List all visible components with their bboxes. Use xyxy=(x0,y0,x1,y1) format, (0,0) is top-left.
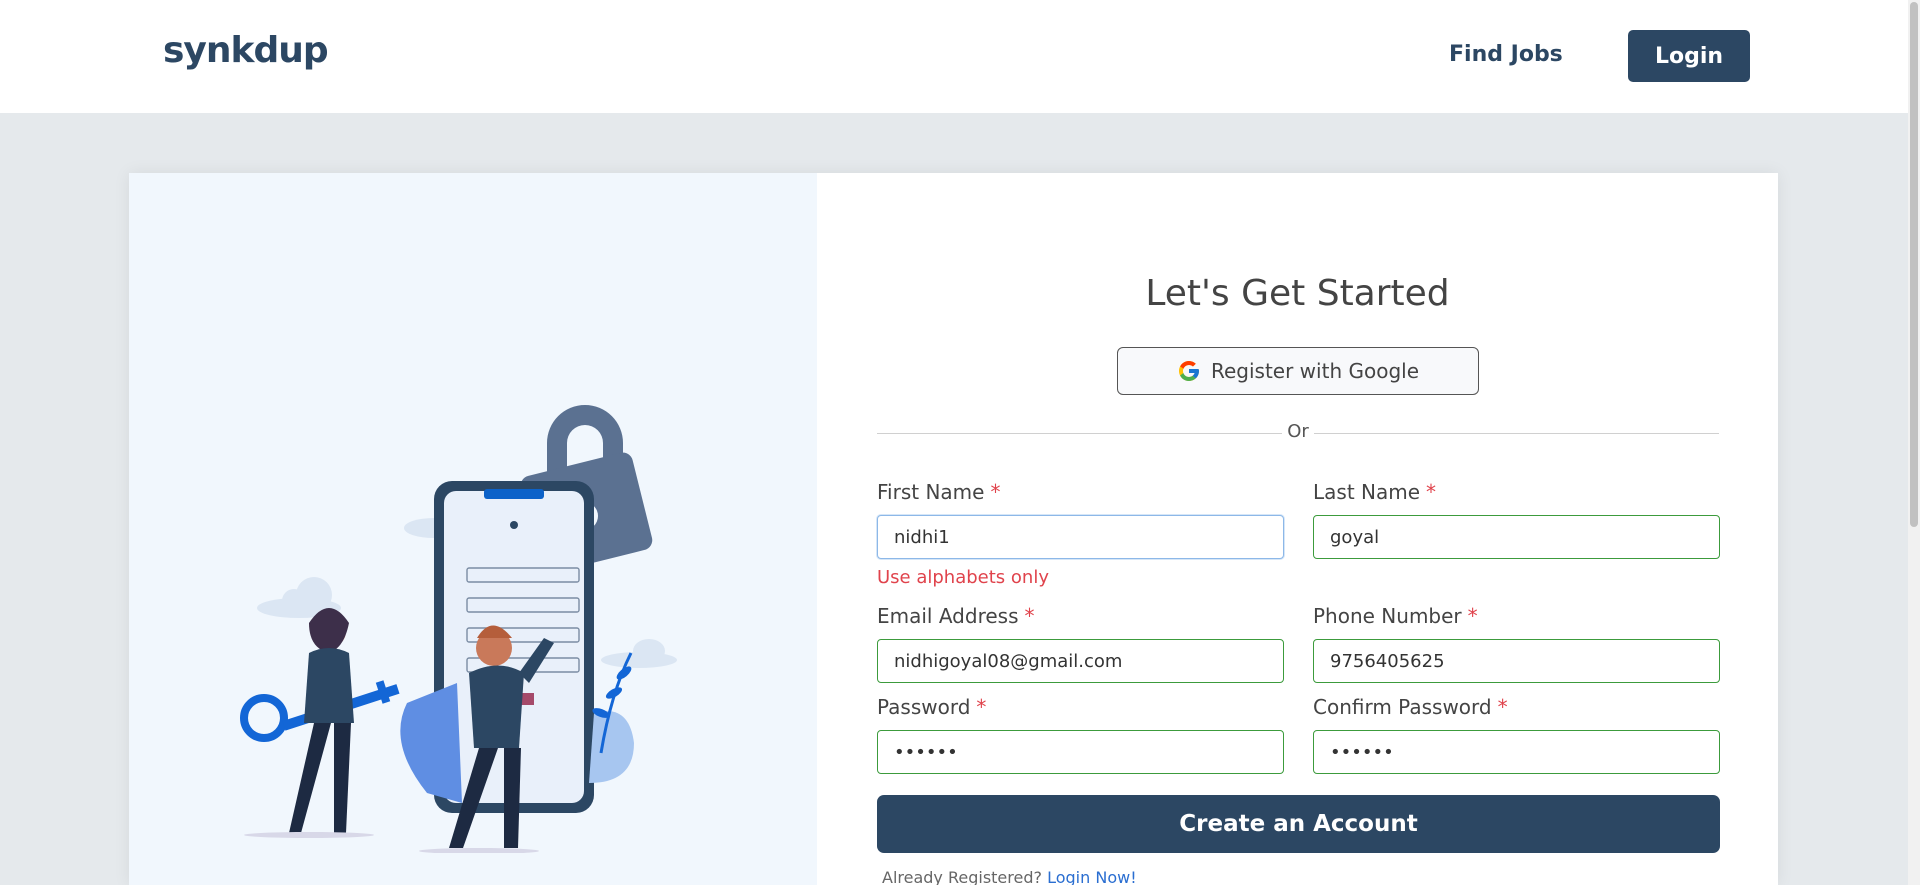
google-icon xyxy=(1178,361,1199,381)
email-label: Email Address * xyxy=(877,604,1035,628)
security-illustration xyxy=(240,405,677,853)
login-button[interactable]: Login xyxy=(1628,30,1750,82)
brand-logo[interactable]: synkdup xyxy=(163,30,329,71)
top-header: synkdup Find Jobs Login xyxy=(0,0,1920,113)
required-asterisk: * xyxy=(1467,604,1478,628)
create-account-button[interactable]: Create an Account xyxy=(877,795,1720,853)
first-name-input[interactable]: nidhi1 xyxy=(877,515,1284,559)
find-jobs-link[interactable]: Find Jobs xyxy=(1449,42,1563,67)
illustration-panel xyxy=(129,173,817,885)
register-with-google-button[interactable]: Register with Google xyxy=(1117,347,1479,395)
last-name-label: Last Name * xyxy=(1313,480,1436,504)
or-divider: Or xyxy=(877,421,1719,445)
required-asterisk: * xyxy=(1426,480,1437,504)
first-name-label-text: First Name xyxy=(877,480,985,504)
required-asterisk: * xyxy=(1024,604,1035,628)
phone-label-text: Phone Number xyxy=(1313,604,1462,628)
last-name-input[interactable]: goyal xyxy=(1313,515,1720,559)
google-button-label: Register with Google xyxy=(1210,359,1420,383)
divider-line-right xyxy=(1314,433,1719,434)
password-label: Password * xyxy=(877,695,986,719)
email-input[interactable]: nidhigoyal08@gmail.com xyxy=(877,639,1284,683)
already-registered: Already Registered? Login Now! xyxy=(882,868,1137,885)
first-name-label: First Name * xyxy=(877,480,1000,504)
required-asterisk: * xyxy=(1497,695,1508,719)
login-now-link[interactable]: Login Now! xyxy=(1047,868,1137,885)
required-asterisk: * xyxy=(976,695,987,719)
last-name-label-text: Last Name xyxy=(1313,480,1421,504)
register-form: Let's Get Started Register with Google O… xyxy=(817,173,1778,885)
confirm-password-label-text: Confirm Password xyxy=(1313,695,1492,719)
scrollbar-thumb[interactable] xyxy=(1910,2,1918,527)
password-label-text: Password xyxy=(877,695,971,719)
register-card: Let's Get Started Register with Google O… xyxy=(129,173,1778,885)
required-asterisk: * xyxy=(990,480,1001,504)
phone-input[interactable]: 9756405625 xyxy=(1313,639,1720,683)
already-registered-text: Already Registered? xyxy=(882,868,1042,885)
divider-line-left xyxy=(877,433,1282,434)
page-scrollbar[interactable] xyxy=(1908,0,1920,885)
confirm-password-input[interactable]: •••••• xyxy=(1313,730,1720,774)
phone-label: Phone Number * xyxy=(1313,604,1478,628)
or-text: Or xyxy=(1287,421,1309,442)
confirm-password-label: Confirm Password * xyxy=(1313,695,1508,719)
form-title: Let's Get Started xyxy=(1145,273,1450,314)
first-name-error: Use alphabets only xyxy=(877,567,1049,588)
password-input[interactable]: •••••• xyxy=(877,730,1284,774)
email-label-text: Email Address xyxy=(877,604,1019,628)
